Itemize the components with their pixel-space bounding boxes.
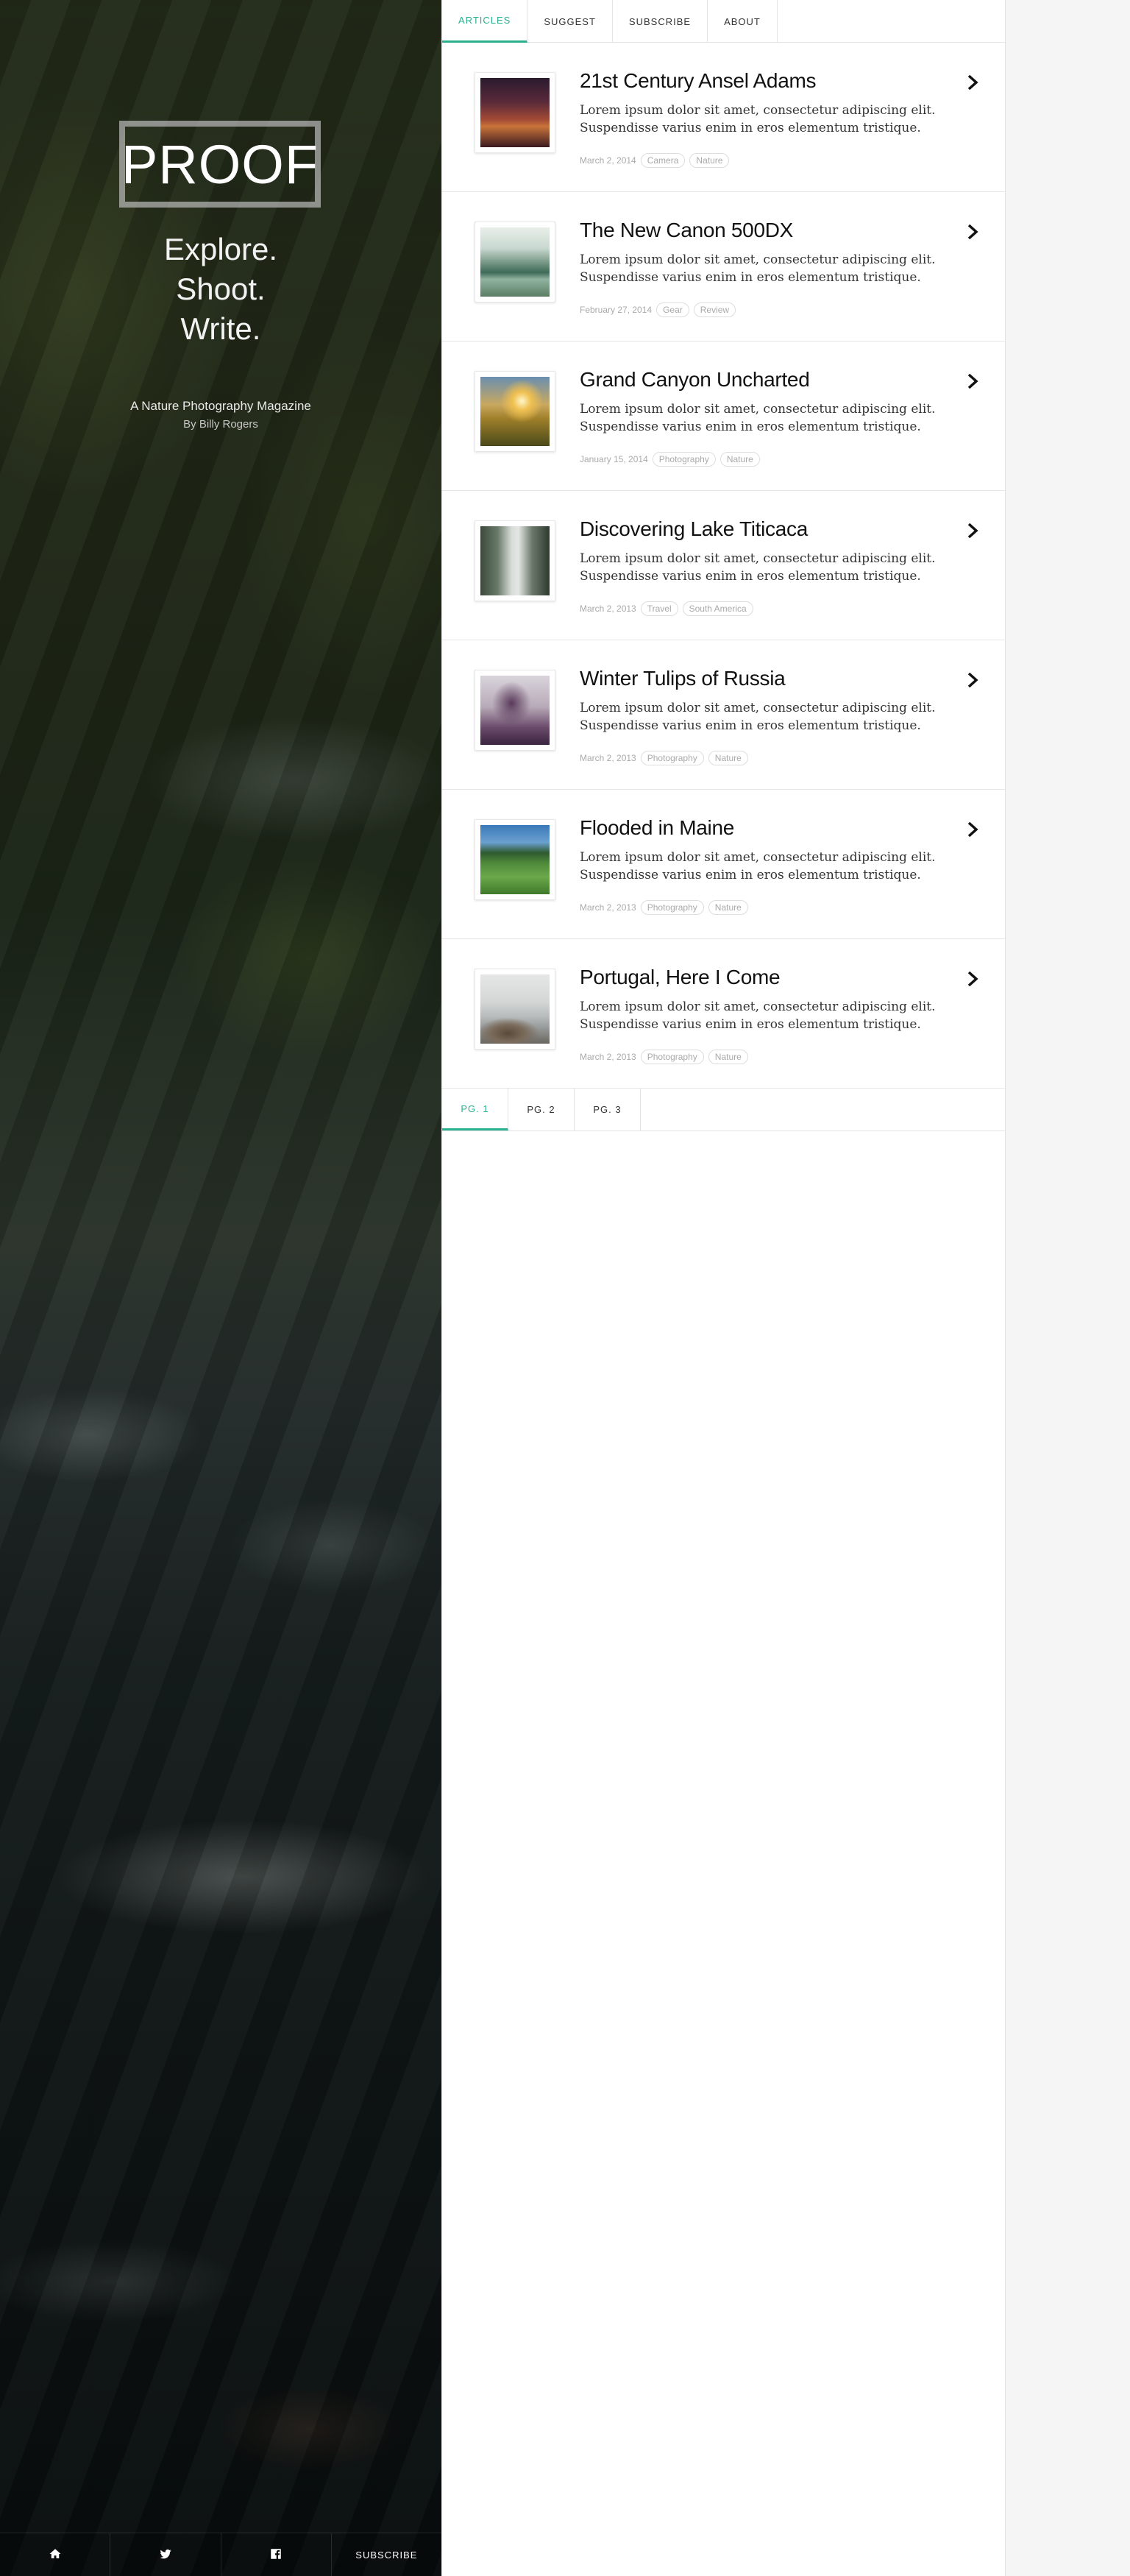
article-excerpt: Lorem ipsum dolor sit amet, consectetur …	[580, 701, 936, 733]
article-image	[480, 825, 550, 894]
article-date: February 27, 2014	[580, 305, 653, 315]
hero-footer: SUBSCRIBE	[0, 2533, 441, 2576]
chevron-right-icon[interactable]	[966, 821, 979, 838]
article-tag[interactable]: Review	[693, 302, 736, 317]
article-item[interactable]: Portugal, Here I Come Lorem ipsum dolor …	[442, 939, 1005, 1089]
article-thumbnail[interactable]	[475, 371, 555, 452]
article-excerpt: Lorem ipsum dolor sit amet, consectetur …	[580, 103, 936, 135]
article-tag[interactable]: South America	[682, 601, 753, 616]
article-item[interactable]: The New Canon 500DX Lorem ipsum dolor si…	[442, 192, 1005, 342]
article-date: March 2, 2013	[580, 604, 636, 614]
article-title[interactable]: Grand Canyon Uncharted	[580, 368, 810, 392]
article-meta: March 2, 2013 Photography Nature	[580, 900, 748, 915]
article-thumbnail[interactable]	[475, 819, 555, 900]
article-thumbnail[interactable]	[475, 520, 555, 601]
home-icon	[49, 2547, 62, 2563]
pagination: PG. 1 PG. 2 PG. 3	[442, 1089, 1005, 1131]
article-tag[interactable]: Nature	[719, 452, 760, 467]
article-tag[interactable]: Photography	[640, 1050, 704, 1064]
article-tag[interactable]: Nature	[708, 1050, 748, 1064]
article-excerpt: Lorem ipsum dolor sit amet, consectetur …	[580, 252, 936, 285]
tagline-line-2: Shoot.	[176, 272, 266, 306]
chevron-right-icon[interactable]	[966, 522, 979, 539]
hero-subtitle: A Nature Photography Magazine	[130, 399, 311, 413]
chevron-right-icon[interactable]	[966, 223, 979, 241]
tab-articles[interactable]: ARTICLES	[442, 0, 528, 43]
article-image	[480, 227, 550, 297]
article-excerpt: Lorem ipsum dolor sit amet, consectetur …	[580, 551, 936, 584]
page-gutter	[1006, 0, 1130, 2576]
page-1-button[interactable]: PG. 1	[442, 1089, 508, 1130]
article-excerpt: Lorem ipsum dolor sit amet, consectetur …	[580, 850, 936, 882]
tagline-line-3: Write.	[180, 311, 261, 346]
article-title[interactable]: Discovering Lake Titicaca	[580, 517, 808, 541]
article-meta: March 2, 2013 Travel South America	[580, 601, 753, 616]
article-item[interactable]: Discovering Lake Titicaca Lorem ipsum do…	[442, 491, 1005, 640]
article-meta: January 15, 2014 Photography Nature	[580, 452, 760, 467]
page-2-button[interactable]: PG. 2	[508, 1089, 575, 1130]
article-tag[interactable]: Nature	[708, 900, 748, 915]
content-panel: ARTICLES SUGGEST SUBSCRIBE ABOUT 21st Ce…	[441, 0, 1006, 2576]
article-tag[interactable]: Photography	[640, 900, 704, 915]
site-logo[interactable]: PROOF	[119, 121, 321, 208]
article-title[interactable]: Portugal, Here I Come	[580, 966, 781, 989]
tab-suggest[interactable]: SUGGEST	[527, 0, 613, 43]
article-image	[480, 78, 550, 147]
article-meta: March 2, 2013 Photography Nature	[580, 1050, 748, 1064]
article-date: March 2, 2013	[580, 902, 636, 913]
article-thumbnail[interactable]	[475, 222, 555, 302]
top-nav: ARTICLES SUGGEST SUBSCRIBE ABOUT	[442, 0, 1005, 43]
article-image	[480, 974, 550, 1044]
facebook-button[interactable]	[221, 2533, 332, 2576]
article-excerpt: Lorem ipsum dolor sit amet, consectetur …	[580, 402, 936, 434]
article-tag[interactable]: Photography	[640, 751, 704, 765]
article-date: March 2, 2013	[580, 753, 636, 763]
article-item[interactable]: Winter Tulips of Russia Lorem ipsum dolo…	[442, 640, 1005, 790]
article-tag[interactable]: Nature	[708, 751, 748, 765]
article-title[interactable]: 21st Century Ansel Adams	[580, 69, 817, 93]
tab-subscribe[interactable]: SUBSCRIBE	[613, 0, 708, 43]
article-tag[interactable]: Travel	[640, 601, 678, 616]
article-meta: March 2, 2014 Camera Nature	[580, 153, 730, 168]
article-title[interactable]: Flooded in Maine	[580, 816, 734, 840]
subscribe-button[interactable]: SUBSCRIBE	[332, 2533, 441, 2576]
article-image	[480, 526, 550, 595]
page-3-button[interactable]: PG. 3	[575, 1089, 641, 1130]
article-meta: March 2, 2013 Photography Nature	[580, 751, 748, 765]
twitter-button[interactable]	[110, 2533, 221, 2576]
article-tag[interactable]: Camera	[640, 153, 686, 168]
article-meta: February 27, 2014 Gear Review	[580, 302, 736, 317]
article-image	[480, 377, 550, 446]
chevron-right-icon[interactable]	[966, 970, 979, 988]
article-date: March 2, 2014	[580, 155, 636, 166]
article-excerpt: Lorem ipsum dolor sit amet, consectetur …	[580, 999, 936, 1032]
article-tag[interactable]: Nature	[689, 153, 730, 168]
tab-about[interactable]: ABOUT	[708, 0, 778, 43]
chevron-right-icon[interactable]	[966, 671, 979, 689]
twitter-icon	[159, 2547, 172, 2563]
hero-panel: PROOF Explore. Shoot. Write. A Nature Ph…	[0, 0, 441, 2576]
chevron-right-icon[interactable]	[966, 372, 979, 390]
tagline-line-1: Explore.	[163, 232, 278, 266]
home-button[interactable]	[0, 2533, 111, 2576]
article-thumbnail[interactable]	[475, 969, 555, 1050]
article-item[interactable]: Grand Canyon Uncharted Lorem ipsum dolor…	[442, 342, 1005, 491]
article-item[interactable]: 21st Century Ansel Adams Lorem ipsum dol…	[442, 43, 1005, 192]
article-date: January 15, 2014	[580, 454, 648, 464]
article-thumbnail[interactable]	[475, 670, 555, 751]
facebook-icon	[269, 2547, 282, 2563]
chevron-right-icon[interactable]	[966, 74, 979, 91]
article-tag[interactable]: Gear	[656, 302, 689, 317]
article-image	[480, 676, 550, 745]
article-thumbnail[interactable]	[475, 72, 555, 153]
article-tag[interactable]: Photography	[652, 452, 716, 467]
article-title[interactable]: Winter Tulips of Russia	[580, 667, 786, 690]
article-item[interactable]: Flooded in Maine Lorem ipsum dolor sit a…	[442, 790, 1005, 939]
article-title[interactable]: The New Canon 500DX	[580, 219, 793, 242]
hero-byline: By Billy Rogers	[183, 418, 258, 431]
article-date: March 2, 2013	[580, 1052, 636, 1062]
